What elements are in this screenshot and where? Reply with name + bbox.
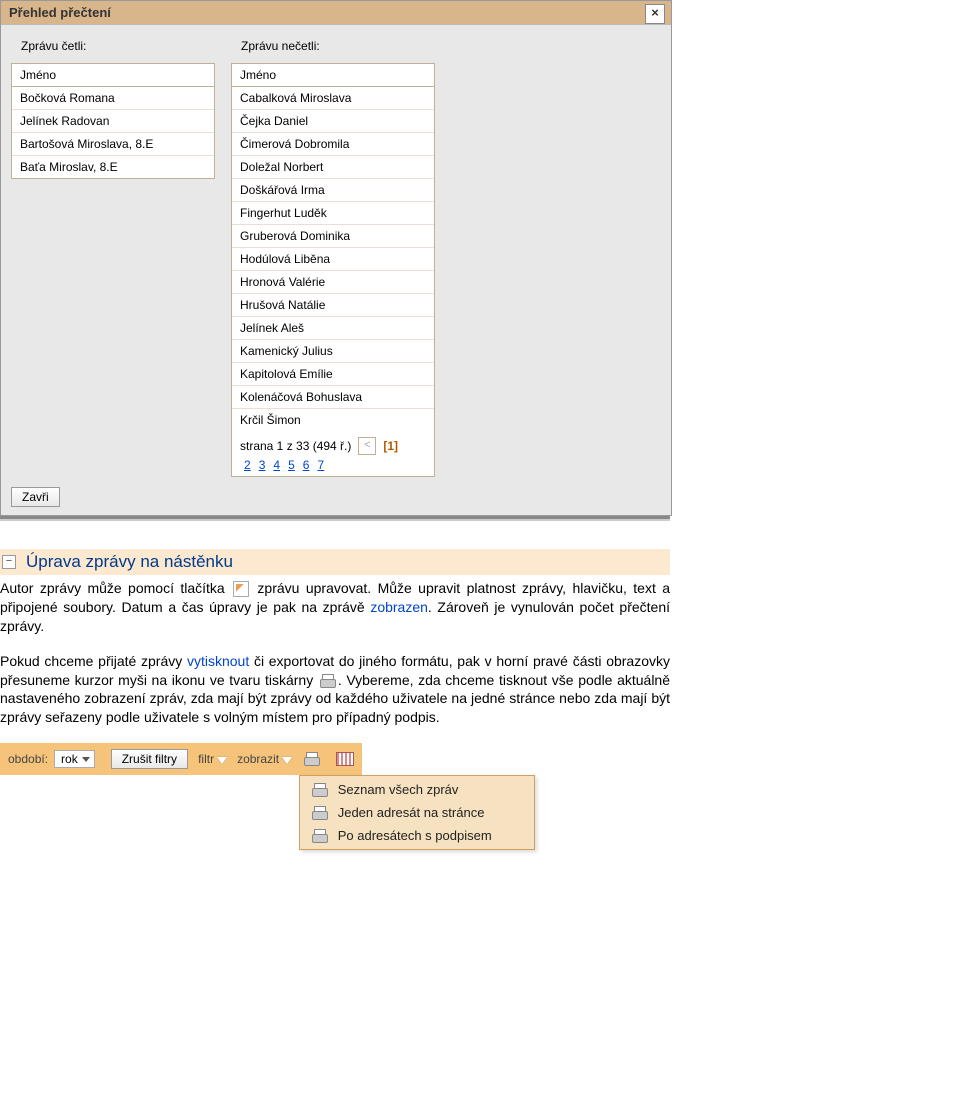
pager-link[interactable]: 7: [313, 458, 328, 472]
table-row[interactable]: Cabalková Miroslava: [232, 87, 434, 110]
dropdown-item[interactable]: Jeden adresát na stránce: [300, 801, 534, 824]
cancel-filters-button[interactable]: Zrušit filtry: [111, 749, 188, 769]
edit-icon: [233, 581, 249, 597]
table-row[interactable]: Kapitolová Emílie: [232, 363, 434, 386]
table-row[interactable]: Krčil Šimon: [232, 409, 434, 431]
read-grid: Jméno Bočková RomanaJelínek RadovanBarto…: [11, 63, 215, 179]
toolbar-period: období: rok: [0, 743, 103, 775]
close-button[interactable]: Zavři: [11, 487, 60, 507]
table-row[interactable]: Bočková Romana: [12, 87, 214, 110]
pager-link[interactable]: 5: [284, 458, 299, 472]
unread-grid: Jméno Cabalková MiroslavaČejka DanielČim…: [231, 63, 435, 477]
pager-info: strana 1 z 33 (494 ř.): [240, 439, 351, 453]
link-zobrazen[interactable]: zobrazen: [370, 599, 428, 615]
table-row[interactable]: Doškářová Irma: [232, 179, 434, 202]
pager-prev[interactable]: <: [358, 437, 376, 455]
printer-icon: [312, 783, 328, 797]
grid-header[interactable]: Jméno: [12, 64, 214, 87]
table-row[interactable]: Kolenáčová Bohuslava: [232, 386, 434, 409]
doc-heading-text: Úprava zprávy na nástěnku: [26, 552, 233, 572]
doc-paragraph-1: Autor zprávy může pomocí tlačítka zprávu…: [0, 579, 670, 636]
doc-section: − Úprava zprávy na nástěnku Autor zprávy…: [0, 549, 670, 727]
toolbar-actions: Zrušit filtry filtr zobrazit Seznam všec…: [103, 743, 362, 775]
doc-paragraph-2: Pokud chceme přijaté zprávy vytisknout č…: [0, 652, 670, 728]
period-select[interactable]: rok: [54, 750, 95, 768]
dropdown-item-label: Seznam všech zpráv: [338, 782, 459, 797]
link-vytisknout[interactable]: vytisknout: [187, 653, 249, 669]
doc-heading: − Úprava zprávy na nástěnku: [0, 549, 670, 575]
dialog-titlebar: Přehled přečtení ×: [1, 1, 671, 25]
table-row[interactable]: Hrušová Natálie: [232, 294, 434, 317]
collapse-icon[interactable]: −: [2, 555, 16, 569]
table-row[interactable]: Jelínek Aleš: [232, 317, 434, 340]
pager-link[interactable]: 3: [255, 458, 270, 472]
print-dropdown: Seznam všech zpráv Jeden adresát na strán…: [299, 775, 535, 850]
read-column: Zprávu četli: Jméno Bočková RomanaJelíne…: [11, 35, 215, 477]
table-row[interactable]: Hodúlová Liběna: [232, 248, 434, 271]
read-column-label: Zprávu četli:: [11, 35, 215, 63]
dialog-title-text: Přehled přečtení: [9, 5, 111, 20]
table-row[interactable]: Baťa Miroslav, 8.E: [12, 156, 214, 178]
period-label: období:: [8, 752, 48, 766]
printer-icon: [312, 806, 328, 820]
grid-header[interactable]: Jméno: [232, 64, 434, 87]
show-toggle[interactable]: zobrazit: [237, 752, 292, 766]
pager-link[interactable]: 6: [299, 458, 314, 472]
table-row[interactable]: Jelínek Radovan: [12, 110, 214, 133]
chevron-down-icon: [282, 757, 292, 764]
dropdown-item[interactable]: Po adresátech s podpisem: [300, 824, 534, 847]
pager-link[interactable]: 4: [269, 458, 284, 472]
unread-column: Zprávu nečetli: Jméno Cabalková Miroslav…: [231, 35, 435, 477]
read-overview-dialog: Přehled přečtení × Zprávu četli: Jméno B…: [0, 0, 672, 516]
table-row[interactable]: Fingerhut Luděk: [232, 202, 434, 225]
pager: strana 1 z 33 (494 ř.) < [1] 234567: [232, 431, 434, 476]
printer-icon: [320, 674, 336, 688]
table-row[interactable]: Čimerová Dobromila: [232, 133, 434, 156]
dialog-footer: Zavři: [1, 481, 671, 515]
table-row[interactable]: Gruberová Dominika: [232, 225, 434, 248]
table-row[interactable]: Kamenický Julius: [232, 340, 434, 363]
dropdown-item-label: Po adresátech s podpisem: [338, 828, 492, 843]
chevron-down-icon: [217, 757, 227, 764]
pager-current: [1]: [379, 439, 402, 453]
filter-toggle[interactable]: filtr: [198, 752, 227, 766]
table-row[interactable]: Hronová Valérie: [232, 271, 434, 294]
dropdown-item[interactable]: Seznam všech zpráv: [300, 778, 534, 801]
unread-column-label: Zprávu nečetli:: [231, 35, 435, 63]
pager-link[interactable]: 2: [240, 458, 255, 472]
table-row[interactable]: Doležal Norbert: [232, 156, 434, 179]
dialog-close-button[interactable]: ×: [645, 4, 665, 24]
table-row[interactable]: Bartošová Miroslava, 8.E: [12, 133, 214, 156]
printer-icon: [312, 829, 328, 843]
dropdown-item-label: Jeden adresát na stránce: [338, 805, 485, 820]
ruler-icon[interactable]: [336, 752, 354, 766]
table-row[interactable]: Čejka Daniel: [232, 110, 434, 133]
printer-icon[interactable]: [304, 752, 320, 766]
filter-toolbar: období: rok Zrušit filtry filtr zobrazit…: [0, 743, 670, 775]
